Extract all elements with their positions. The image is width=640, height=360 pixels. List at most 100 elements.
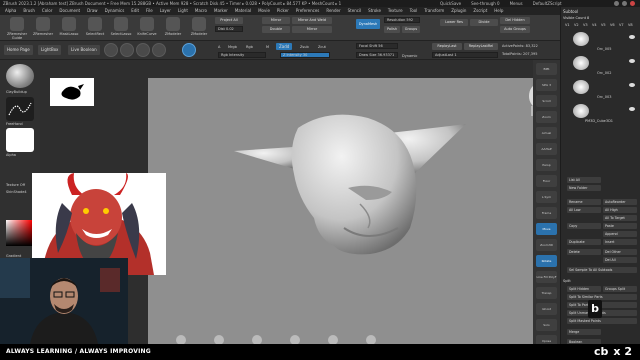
right-shelf-aahalf[interactable]: AAHalf (536, 143, 557, 155)
visible-count-v4[interactable]: V4 (592, 23, 597, 27)
double-button[interactable]: Double (262, 26, 290, 33)
del-all-button[interactable]: Del All (603, 257, 637, 263)
mirror-button-2[interactable]: Mirror (292, 26, 332, 33)
menu-item-alpha[interactable]: Alpha (3, 7, 18, 15)
sel-sample-button[interactable]: Sel Sample To All Subtools (567, 267, 637, 273)
visible-count-v2[interactable]: V2 (574, 23, 579, 27)
menu-item-stencil[interactable]: Stencil (346, 7, 364, 15)
insert-button[interactable]: Insert (603, 239, 637, 245)
project-all-button[interactable]: Project All (215, 17, 243, 24)
right-shelf-line-fill-polyf[interactable]: Line Fill PolyF (536, 271, 557, 283)
menu-item-texture[interactable]: Texture (386, 7, 405, 15)
shelf-tool-6[interactable]: ZModeler (162, 17, 184, 36)
split-masked-button[interactable]: Split Masked Points (567, 318, 637, 324)
shelf-tool-4[interactable]: SelectLasso (110, 17, 132, 36)
menu-item-movie[interactable]: Movie (256, 7, 272, 15)
auto-groups-button[interactable]: Auto Groups (500, 26, 530, 33)
visible-count-v1[interactable]: V1 (565, 23, 570, 27)
duplicate-button[interactable]: Duplicate (567, 239, 601, 245)
visible-count-v8[interactable]: V8 (628, 23, 633, 27)
subtool-item[interactable]: Orc_003 (567, 79, 637, 101)
menu-item-edit[interactable]: Edit (129, 7, 141, 15)
rotate-tool-icon[interactable] (182, 43, 196, 57)
split-similar-button[interactable]: Split To Similar Parts (567, 294, 637, 300)
right-shelf-frame[interactable]: Frame (536, 207, 557, 219)
new-folder-button[interactable]: New Folder (567, 185, 601, 191)
zcut-toggle[interactable]: Zcut (318, 45, 326, 49)
menu-item-macro[interactable]: Macro (193, 7, 209, 15)
menu-item-marker[interactable]: Marker (212, 7, 230, 15)
menu-item-layer[interactable]: Layer (158, 7, 173, 15)
mrgb-toggle[interactable]: Mrgb (228, 45, 237, 49)
right-shelf-l-sym[interactable]: L.Sym (536, 191, 557, 203)
document-viewport[interactable] (148, 78, 563, 360)
menu-item-stroke[interactable]: Stroke (366, 7, 383, 15)
shelf-tool-3[interactable]: SelectRect (84, 17, 106, 36)
move-tool-icon[interactable] (136, 43, 150, 57)
polish-button[interactable]: Polish (384, 26, 400, 33)
shelf-tool-7[interactable]: ZModeler (188, 17, 210, 36)
quicksave-button[interactable]: QuickSave (440, 0, 461, 7)
minimize-icon[interactable] (614, 1, 619, 6)
menu-item-zplugin[interactable]: Zplugin (449, 7, 468, 15)
right-shelf-move[interactable]: Move (536, 223, 557, 235)
visible-count-v6[interactable]: V6 (610, 23, 615, 27)
menu-item-brush[interactable]: Brush (21, 7, 37, 15)
del-other-button[interactable]: Del Other (603, 249, 637, 255)
shelf-tool-0[interactable]: ZRemesher Guide (6, 17, 28, 40)
divide-button[interactable]: Divide (470, 19, 498, 26)
home-page-button[interactable]: Home Page (4, 45, 33, 55)
menu-item-dynamics[interactable]: Dynamics (103, 7, 127, 15)
z-intensity-slider[interactable]: Z Intensity 30 (280, 52, 330, 58)
zsub-toggle[interactable]: Zsub (300, 45, 309, 49)
resolution-slider[interactable]: Resolution 592 (384, 17, 420, 23)
eye-icon[interactable] (629, 35, 635, 39)
split-parts-button[interactable]: Split To Parts (567, 302, 637, 308)
eye-icon[interactable] (629, 83, 635, 87)
del-hidden-button[interactable]: Del Hidden (500, 17, 530, 24)
default-script-label[interactable]: DefaultZScript (533, 0, 562, 7)
subtool-item[interactable]: PM3D_Cube3D1 (567, 103, 637, 125)
menus-toggle[interactable]: Menus (510, 0, 523, 7)
menu-item-transform[interactable]: Transform (422, 7, 446, 15)
shelf-tool-5[interactable]: KnifeCurve (136, 17, 158, 36)
edit-tool-icon[interactable] (104, 43, 118, 57)
dynamic-toggle[interactable]: Dynamic (402, 54, 417, 58)
eye-icon[interactable] (629, 107, 635, 111)
split-hidden-button[interactable]: Split Hidden (567, 286, 601, 292)
rgb-intensity-slider[interactable]: Rgb Intensity (218, 52, 266, 58)
right-shelf-zoom[interactable]: Zoom (536, 111, 557, 123)
right-shelf-bpr[interactable]: BPR (536, 63, 557, 75)
auto-reorder-button[interactable]: AutoReorder (603, 199, 637, 205)
menu-item-picker[interactable]: Picker (275, 7, 291, 15)
split-unmasked-button[interactable]: Split Unmasked Points (567, 310, 637, 316)
menu-item-preferences[interactable]: Preferences (294, 7, 322, 15)
rgb-toggle[interactable]: Rgb (246, 45, 253, 49)
menu-item-document[interactable]: Document (57, 7, 82, 15)
menu-item-color[interactable]: Color (40, 7, 54, 15)
a-toggle[interactable]: A (218, 45, 220, 49)
menu-item-zscript[interactable]: Zscript (471, 7, 489, 15)
menu-item-help[interactable]: Help (492, 7, 505, 15)
subtool-item[interactable]: Orc_002 (567, 55, 637, 77)
live-boolean-button[interactable]: Live Boolean (68, 45, 100, 55)
groups-split-button[interactable]: Groups Split (603, 286, 637, 292)
focal-shift-slider[interactable]: Focal Shift 56 (356, 43, 398, 49)
dynamesh-button[interactable]: DynaMesh (356, 19, 380, 29)
scale-tool-icon[interactable] (152, 43, 166, 57)
groups-button[interactable]: Groups (402, 26, 420, 33)
menu-item-material[interactable]: Material (233, 7, 253, 15)
all-low-button[interactable]: All Low (567, 207, 601, 213)
seethrough-slider[interactable]: See-through 0 (471, 0, 499, 7)
all-high-button[interactable]: All High (603, 207, 637, 213)
visible-count-v7[interactable]: V7 (619, 23, 624, 27)
replay-last-button[interactable]: ReplayLast (432, 43, 462, 50)
all-to-target-button[interactable]: All To Target (603, 215, 637, 221)
rename-button[interactable]: Rename (567, 199, 601, 205)
subtool-item[interactable]: Orc_005 (567, 31, 637, 53)
menu-item-tool[interactable]: Tool (408, 7, 420, 15)
color-picker[interactable] (6, 220, 32, 246)
right-shelf-spix-3[interactable]: SPix 3 (536, 79, 557, 91)
visible-count-v5[interactable]: V5 (601, 23, 606, 27)
right-shelf-rotate[interactable]: Rotate (536, 255, 557, 267)
